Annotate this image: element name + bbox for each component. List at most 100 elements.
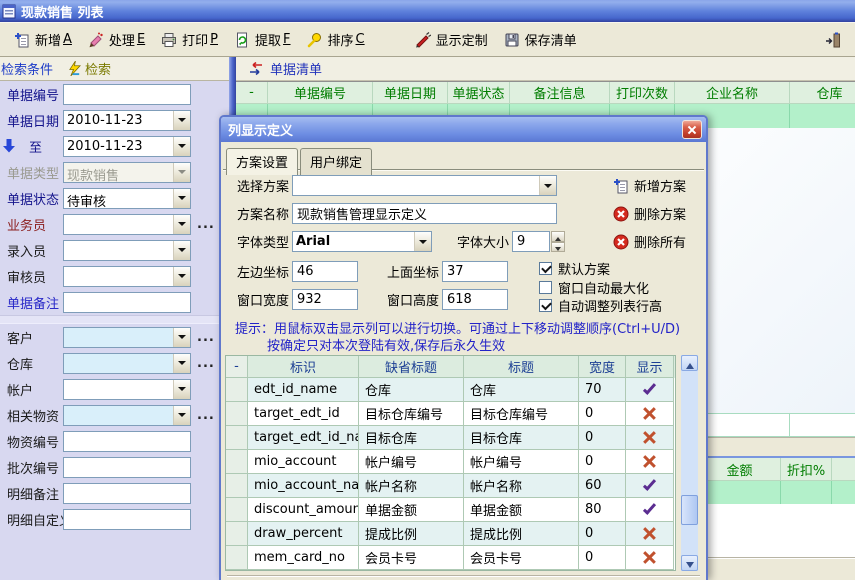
entry-clerk-combo[interactable] — [63, 240, 191, 261]
table-row[interactable]: mem_card_no会员卡号会员卡号0 — [226, 546, 675, 570]
column-header-1[interactable]: 单据编号 — [268, 82, 373, 103]
table-column-header-1[interactable]: 标识 — [248, 356, 359, 378]
table-row[interactable]: draw_percent提成比例提成比例0 — [226, 522, 675, 546]
toolbar-label: 处理 — [109, 30, 135, 49]
toolbar-new-button[interactable]: 新增A — [6, 27, 80, 52]
table-column-header-3[interactable]: 标题 — [464, 356, 579, 378]
more-button[interactable]: ... — [197, 356, 215, 371]
delete-all-button[interactable]: 删除所有 — [613, 232, 686, 251]
account-combo[interactable] — [63, 379, 191, 400]
batch-no-input[interactable] — [63, 457, 191, 478]
chevron-down-icon[interactable] — [173, 163, 190, 182]
chevron-down-icon[interactable] — [173, 189, 190, 208]
chevron-down-icon[interactable] — [173, 406, 190, 425]
customer-combo[interactable] — [63, 327, 191, 348]
detail-column-header-2[interactable]: 折 — [832, 458, 855, 480]
toolbar-save-button[interactable]: 保存清单 — [496, 27, 585, 52]
more-button[interactable]: ... — [197, 330, 215, 345]
toolbar-print-button[interactable]: 打印P — [153, 27, 226, 52]
detail-memo-input[interactable] — [63, 483, 191, 504]
column-header-4[interactable]: 备注信息 — [510, 82, 610, 103]
toolbar-sort-button[interactable]: 排序C — [299, 27, 373, 52]
chevron-down-icon[interactable] — [173, 137, 190, 156]
delete-scheme-button[interactable]: 删除方案 — [613, 204, 686, 223]
doc-memo-input[interactable] — [63, 292, 191, 313]
doc-status-combo[interactable]: 待审核 — [63, 188, 191, 209]
tab-user-binding[interactable]: 用户绑定 — [300, 148, 372, 175]
date-to-combo[interactable]: 2010-11-23 — [63, 136, 191, 157]
detail-column-header-1[interactable]: 折扣% — [781, 458, 832, 480]
field-row-warehouse: 仓库... — [0, 350, 229, 376]
detail-column-header-0[interactable]: 金额 — [699, 458, 781, 480]
scheme-name-input[interactable] — [292, 203, 557, 224]
chevron-down-icon[interactable] — [414, 232, 431, 251]
toolbar-extract-button[interactable]: 提取F — [226, 27, 299, 52]
column-definition-table: -标识缺省标题标题宽度显示 edt_id_name仓库仓库70target_ed… — [225, 355, 676, 571]
window-height-input[interactable] — [442, 289, 508, 310]
doc-date-combo[interactable]: 2010-11-23 — [63, 110, 191, 131]
detail-custom-input[interactable] — [63, 509, 191, 530]
font-size-stepper[interactable] — [512, 231, 565, 252]
table-row[interactable]: mio_account_nam帐户名称帐户名称60 — [226, 474, 675, 498]
column-header-5[interactable]: 打印次数 — [610, 82, 675, 103]
tab-scheme-settings[interactable]: 方案设置 — [226, 148, 298, 175]
chevron-down-icon[interactable] — [173, 111, 190, 130]
font-type-combo[interactable]: Arial — [292, 231, 432, 252]
table-row[interactable]: mio_account帐户编号帐户编号0 — [226, 450, 675, 474]
table-row[interactable]: target_edt_id_nam目标仓库目标仓库0 — [226, 426, 675, 450]
chevron-down-icon[interactable] — [173, 354, 190, 373]
checkbox-box[interactable] — [539, 299, 552, 312]
column-header-6[interactable]: 企业名称 — [675, 82, 790, 103]
chevron-down-icon[interactable] — [173, 241, 190, 260]
toolbar-process-button[interactable]: 处理E — [80, 27, 153, 52]
more-button[interactable]: ... — [197, 408, 215, 423]
table-row[interactable]: discount_amount单据金额单据金额80 — [226, 498, 675, 522]
column-header-0[interactable]: - — [236, 82, 268, 103]
column-header-2[interactable]: 单据日期 — [373, 82, 448, 103]
font-size-input[interactable] — [512, 231, 550, 252]
chevron-down-icon[interactable] — [173, 267, 190, 286]
auditor-combo[interactable] — [63, 266, 191, 287]
doc-no-input[interactable] — [63, 84, 191, 105]
table-scrollbar[interactable] — [681, 355, 698, 571]
scrollbar-thumb[interactable] — [681, 495, 698, 525]
toolbar-exit-button[interactable] — [817, 29, 849, 51]
left-coord-label: 左边坐标 — [237, 262, 292, 281]
table-column-header-4[interactable]: 宽度 — [579, 356, 626, 378]
select-scheme-combo[interactable] — [292, 175, 557, 196]
doc-type-combo[interactable]: 现款销售 — [63, 162, 191, 183]
goods-no-input[interactable] — [63, 431, 191, 452]
scroll-up-icon[interactable] — [681, 355, 698, 371]
top-coord-input[interactable] — [442, 261, 508, 282]
warehouse-combo[interactable] — [63, 353, 191, 374]
column-header-7[interactable]: 仓库 — [790, 82, 855, 103]
chevron-down-icon[interactable] — [539, 176, 556, 195]
checkbox-box[interactable] — [539, 262, 552, 275]
chevron-down-icon[interactable] — [173, 215, 190, 234]
salesman-combo[interactable] — [63, 214, 191, 235]
add-scheme-button[interactable]: 新增方案 — [613, 176, 686, 195]
table-row[interactable]: target_edt_id目标仓库编号目标仓库编号0 — [226, 402, 675, 426]
scroll-down-icon[interactable] — [681, 555, 698, 571]
more-button[interactable]: ... — [197, 217, 215, 232]
table-cell: 目标仓库 — [359, 426, 464, 450]
column-header-3[interactable]: 单据状态 — [448, 82, 510, 103]
toolbar-display-custom-button[interactable]: 显示定制 — [407, 27, 496, 52]
table-column-header-0[interactable]: - — [226, 356, 248, 378]
chevron-down-icon[interactable] — [173, 380, 190, 399]
checkbox-default-scheme[interactable]: 默认方案 — [539, 259, 610, 278]
related-goods-combo[interactable] — [63, 405, 191, 426]
spinner-down-icon[interactable] — [551, 242, 565, 253]
table-row[interactable]: edt_id_name仓库仓库70 — [226, 378, 675, 402]
left-coord-input[interactable] — [292, 261, 358, 282]
table-column-header-5[interactable]: 显示 — [626, 356, 674, 378]
table-column-header-2[interactable]: 缺省标题 — [359, 356, 464, 378]
checkbox-auto-row-height[interactable]: 自动调整列表行高 — [539, 296, 662, 315]
search-button[interactable]: 检索 — [67, 59, 111, 78]
spinner-up-icon[interactable] — [551, 231, 565, 242]
close-icon[interactable] — [682, 120, 702, 139]
checkbox-auto-maximize[interactable]: 窗口自动最大化 — [539, 278, 649, 297]
checkbox-box[interactable] — [539, 281, 552, 294]
chevron-down-icon[interactable] — [173, 328, 190, 347]
window-width-input[interactable] — [292, 289, 358, 310]
